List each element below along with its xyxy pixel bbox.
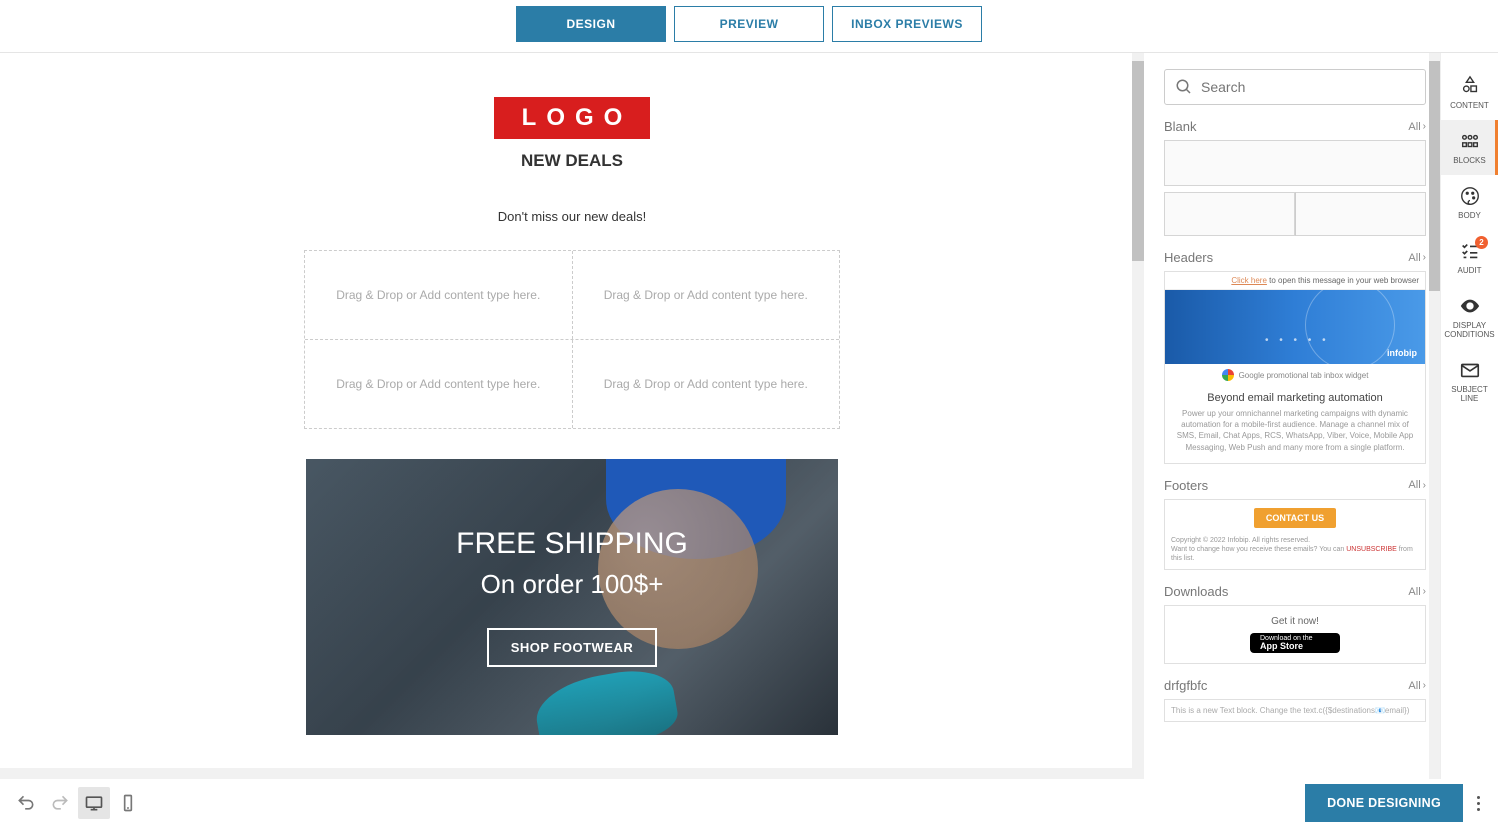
section-custom-label: drfgfbfc [1164,678,1207,693]
download-block-preview[interactable]: Get it now! Download on theApp Store [1164,605,1426,664]
headers-all-link[interactable]: All› [1408,252,1426,264]
palette-icon [1459,185,1481,207]
tab-preview[interactable]: PREVIEW [674,6,824,42]
canvas-vertical-scrollbar[interactable] [1132,53,1144,779]
logo-text: LOGO [522,104,633,132]
rail-display-conditions[interactable]: DISPLAY CONDITIONS [1441,285,1498,349]
rail-label: DISPLAY CONDITIONS [1443,321,1496,339]
desktop-view-button[interactable] [78,787,110,819]
chevron-right-icon: › [1423,480,1426,491]
hero-subtitle: On order 100$+ [481,569,664,600]
rail-content[interactable]: CONTENT [1441,65,1498,120]
header-preview-google-row: Google promotional tab inbox widget [1165,364,1425,386]
header-preview-desc: Power up your omnichannel marketing camp… [1165,408,1425,463]
download-title: Get it now! [1171,616,1419,627]
custom-all-link[interactable]: All› [1408,680,1426,692]
rail-label: AUDIT [1458,266,1482,275]
logo-block[interactable]: LOGO [494,97,650,139]
subline-text[interactable]: Don't miss our new deals! [62,209,1082,224]
rail-label: BLOCKS [1453,156,1485,165]
section-blank-label: Blank [1164,119,1197,134]
drop-cell[interactable]: Drag & Drop or Add content type here. [572,251,840,339]
footer-block-preview[interactable]: CONTACT US Copyright © 2022 Infobip. All… [1164,499,1426,570]
blocks-panel: Blank All› Headers All› Click here to open… [1150,53,1440,779]
drop-grid: Drag & Drop or Add content type here. Dr… [304,250,840,429]
drop-cell[interactable]: Drag & Drop or Add content type here. [305,251,572,339]
undo-button[interactable] [10,787,42,819]
header-preview-banner: • • • • • infobip [1165,290,1425,364]
chevron-right-icon: › [1423,252,1426,263]
footer-unsub-line: Want to change how you receive these ema… [1171,545,1419,563]
custom-block-preview[interactable]: This is a new Text block. Change the tex… [1164,699,1426,722]
eye-icon [1459,295,1481,317]
hero-decor [531,663,681,735]
rail-label: CONTENT [1450,101,1489,110]
desktop-icon [84,793,104,813]
chevron-right-icon: › [1423,680,1426,691]
blank-block-full[interactable] [1164,140,1426,186]
blank-block-split[interactable] [1164,192,1426,236]
contact-us-button: CONTACT US [1254,508,1336,528]
chevron-right-icon: › [1423,121,1426,132]
email-canvas[interactable]: LOGO NEW DEALS Don't miss our new deals!… [62,69,1082,735]
undo-icon [16,793,36,813]
bottom-bar: DONE DESIGNING [0,779,1498,827]
chevron-right-icon: › [1423,586,1426,597]
header-preview-title: Beyond email marketing automation [1165,386,1425,408]
section-downloads-label: Downloads [1164,584,1228,599]
more-menu-button[interactable] [1477,796,1480,811]
headline-text[interactable]: NEW DEALS [62,151,1082,171]
rail-audit[interactable]: 2 AUDIT [1441,230,1498,285]
search-input-wrapper[interactable] [1164,69,1426,105]
rail-label: BODY [1458,211,1481,220]
redo-button[interactable] [44,787,76,819]
blocks-icon [1459,130,1481,152]
search-input[interactable] [1201,79,1415,95]
header-block-preview[interactable]: Click here to open this message in your … [1164,271,1426,464]
audit-badge: 2 [1475,236,1488,249]
workspace: LOGO NEW DEALS Don't miss our new deals!… [0,53,1498,779]
done-designing-button[interactable]: DONE DESIGNING [1305,784,1463,822]
shapes-icon [1459,75,1481,97]
shop-footwear-button[interactable]: SHOP FOOTWEAR [487,628,658,667]
envelope-icon [1459,359,1481,381]
rail-label: SUBJECT LINE [1443,385,1496,403]
tab-design[interactable]: DESIGN [516,6,666,42]
hero-block[interactable]: FREE SHIPPING On order 100$+ SHOP FOOTWE… [306,459,838,735]
brand-label: infobip [1387,348,1417,358]
drop-cell[interactable]: Drag & Drop or Add content type here. [572,340,840,428]
panel-vertical-scrollbar[interactable] [1429,53,1440,779]
top-tabs: DESIGN PREVIEW INBOX PREVIEWS [0,0,1498,53]
search-icon [1175,78,1193,96]
canvas-area: LOGO NEW DEALS Don't miss our new deals!… [0,53,1150,779]
tab-inbox-previews[interactable]: INBOX PREVIEWS [832,6,982,42]
footers-all-link[interactable]: All› [1408,479,1426,491]
section-headers-label: Headers [1164,250,1213,265]
right-rail: CONTENT BLOCKS BODY 2 AUDIT DISPLAY COND… [1440,53,1498,779]
canvas-horizontal-scrollbar[interactable] [0,768,1132,779]
appstore-badge: Download on theApp Store [1250,633,1340,653]
redo-icon [50,793,70,813]
drop-cell[interactable]: Drag & Drop or Add content type here. [305,340,572,428]
google-icon [1222,369,1234,381]
blank-all-link[interactable]: All› [1408,121,1426,133]
footer-copyright: Copyright © 2022 Infobip. All rights res… [1171,536,1419,545]
header-preview-topbar: Click here to open this message in your … [1165,272,1425,290]
hero-title: FREE SHIPPING [456,527,688,561]
rail-body[interactable]: BODY [1441,175,1498,230]
mobile-icon [118,793,138,813]
section-footers-label: Footers [1164,478,1208,493]
rail-subject-line[interactable]: SUBJECT LINE [1441,349,1498,413]
downloads-all-link[interactable]: All› [1408,586,1426,598]
rail-blocks[interactable]: BLOCKS [1441,120,1498,175]
mobile-view-button[interactable] [112,787,144,819]
